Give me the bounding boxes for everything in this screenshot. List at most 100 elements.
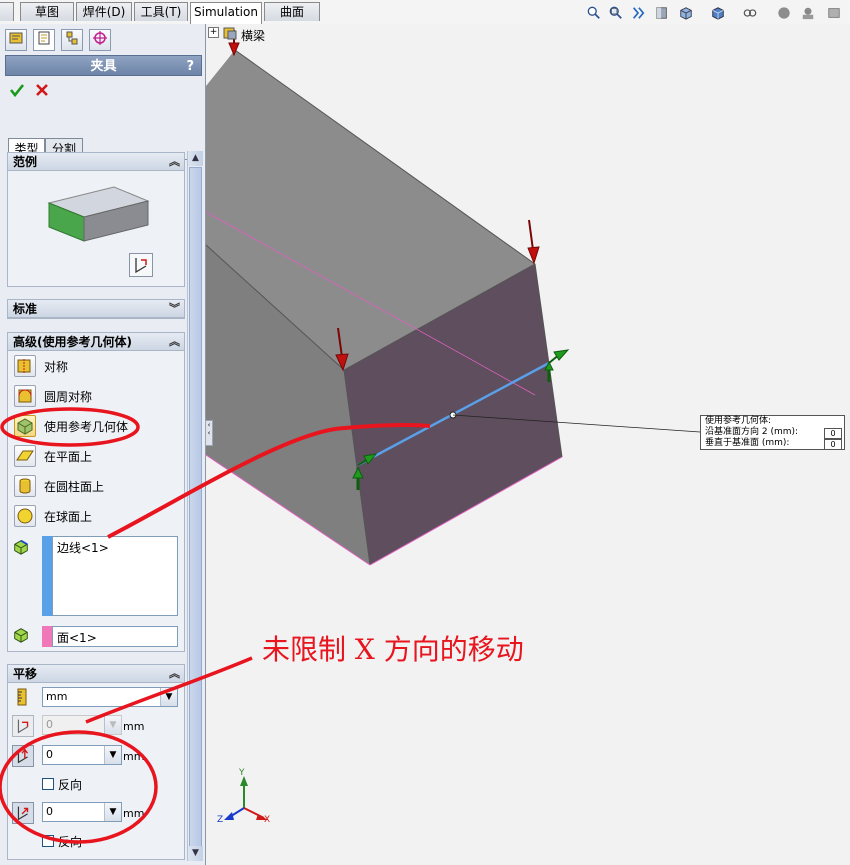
reference-face-field[interactable]: 面<1>	[52, 626, 178, 647]
help-button[interactable]: ?	[186, 56, 194, 77]
annotation-text: 未限制 X 方向的移动	[262, 633, 524, 666]
translation-group-title: 平移	[13, 667, 38, 681]
callout-row-2-value[interactable]: 0	[824, 439, 842, 450]
section-view-icon[interactable]	[654, 6, 670, 20]
callout-row-1-label: 沿基准面方向 2 (mm):	[705, 427, 799, 437]
tab-property-manager[interactable]	[33, 29, 55, 51]
option-on-cylindrical-faces[interactable]: 在圆柱面上	[14, 475, 180, 497]
unit-select-value: mm	[46, 690, 68, 703]
selected-face-item[interactable]: 面<1>	[53, 627, 177, 648]
callout-title: 使用参考几何体:	[705, 416, 772, 426]
symmetry-label: 对称	[44, 360, 69, 374]
tab-hidden-left[interactable]	[0, 2, 14, 21]
tree-root-label[interactable]: 横梁	[241, 27, 265, 44]
direction2-unit: mm	[123, 750, 145, 763]
direction-along-plane2-icon	[17, 748, 29, 764]
circular-symmetry-icon	[18, 389, 32, 403]
ruler-icon	[17, 688, 27, 706]
x-icon[interactable]	[35, 83, 49, 97]
direction1-input[interactable]: 0 ▼	[42, 715, 122, 735]
triad-y-label: Y	[239, 768, 245, 778]
panel-splitter-handle[interactable]: ‹ ‹	[205, 420, 213, 446]
on-spherical-faces-button[interactable]	[14, 505, 36, 527]
direction3-input[interactable]: 0 ▼	[42, 802, 122, 822]
configuration-manager-icon	[66, 31, 78, 45]
property-manager-icon	[38, 31, 50, 45]
triad-z-label: Z	[217, 815, 224, 825]
view-orientation-icon[interactable]	[678, 6, 694, 20]
direction2-input[interactable]: 0 ▼	[42, 745, 122, 765]
chevron-down-icon[interactable]: ▼	[104, 746, 121, 764]
collapse-icon[interactable]: ︽	[169, 333, 180, 351]
zoom-to-fit-icon[interactable]	[586, 6, 602, 20]
fixture-callout[interactable]: 使用参考几何体: 沿基准面方向 2 (mm): 0 垂直于基准面 (mm): 0	[700, 415, 845, 450]
chevron-down-icon[interactable]: ▼	[104, 803, 121, 821]
tab-tools[interactable]: 工具(T)	[134, 2, 188, 21]
zoom-to-area-icon[interactable]	[608, 6, 624, 20]
direction1-button[interactable]	[12, 715, 34, 737]
example-selection-button[interactable]	[129, 253, 153, 277]
chevron-down-icon[interactable]: ▼	[104, 716, 121, 734]
collapse-icon[interactable]: ︽	[169, 665, 180, 683]
symmetry-icon	[17, 359, 31, 373]
tab-feature-manager[interactable]	[5, 29, 27, 51]
option-on-spherical-faces[interactable]: 在球面上	[14, 505, 180, 527]
tab-simulation[interactable]: Simulation	[190, 2, 262, 24]
use-reference-geometry-button[interactable]	[14, 415, 36, 437]
crosshair-icon	[93, 31, 107, 45]
tab-dim-xpert-manager[interactable]	[89, 29, 111, 51]
hide-show-items-icon[interactable]	[742, 6, 758, 20]
view-settings-icon[interactable]	[826, 6, 842, 20]
advanced-group-header[interactable]: 高级(使用参考几何体) ︽	[8, 333, 184, 351]
standard-group-header[interactable]: 标准 ︾	[8, 300, 184, 318]
callout-row-2: 垂直于基准面 (mm): 0	[701, 438, 844, 450]
normal-to-plane-icon	[17, 806, 29, 821]
scroll-down-icon[interactable]: ▼	[188, 846, 203, 861]
symmetry-button[interactable]	[14, 355, 36, 377]
advanced-group: 高级(使用参考几何体) ︽ 对称 圆周对称 使用参考几何体 在平面上 在圆柱面上 …	[7, 332, 185, 652]
tab-sketch[interactable]: 草图	[20, 2, 74, 21]
expand-icon[interactable]: ︾	[169, 300, 180, 318]
direction3-reverse-checkbox[interactable]	[42, 835, 54, 847]
scroll-up-icon[interactable]: ▲	[188, 151, 203, 166]
previous-view-icon[interactable]	[630, 6, 646, 20]
on-spherical-faces-label: 在球面上	[44, 510, 93, 524]
faces-edges-list[interactable]: 边线<1>	[52, 536, 178, 616]
direction2-button[interactable]	[12, 745, 34, 767]
direction3-button[interactable]	[12, 802, 34, 824]
direction3-value: 0	[46, 805, 53, 818]
selected-edge-item[interactable]: 边线<1>	[53, 537, 177, 558]
chevron-down-icon[interactable]: ▼	[160, 688, 177, 706]
direction1-unit: mm	[123, 720, 145, 733]
checkmark-icon[interactable]	[9, 82, 25, 98]
option-circular-symmetry[interactable]: 圆周对称	[14, 385, 180, 407]
option-use-reference-geometry[interactable]: 使用参考几何体	[14, 415, 180, 437]
scroll-thumb[interactable]	[189, 167, 202, 847]
on-cylindrical-faces-button[interactable]	[14, 475, 36, 497]
sphere-icon	[17, 508, 33, 524]
option-symmetry[interactable]: 对称	[14, 355, 180, 377]
translation-group-header[interactable]: 平移 ︽	[8, 665, 184, 683]
tab-surfaces[interactable]: 曲面	[264, 2, 320, 21]
property-manager-panel: 夹具 ? 类型 分割 范例 ︽ 标准 ︾ 高级(使用参考几何体) ︽ 对称 圆周对称	[0, 24, 206, 865]
direction3-reverse-label: 反向	[58, 835, 83, 849]
apply-scene-icon[interactable]	[800, 6, 816, 20]
direction2-reverse-checkbox[interactable]	[42, 778, 54, 790]
panel-scrollbar[interactable]: ▲ ▼	[187, 151, 203, 861]
tab-weldments[interactable]: 焊件(D)	[76, 2, 132, 21]
unit-select[interactable]: mm ▼	[42, 687, 178, 707]
circular-symmetry-button[interactable]	[14, 385, 36, 407]
edit-appearance-icon[interactable]	[776, 6, 792, 20]
tree-expand-button[interactable]: +	[208, 27, 219, 38]
collapse-icon[interactable]: ︽	[169, 153, 180, 171]
triad-x-label: X	[264, 815, 271, 825]
direction-along-plane1-icon	[17, 719, 29, 734]
advanced-group-title: 高级(使用参考几何体)	[13, 335, 132, 349]
standard-group: 标准 ︾	[7, 299, 185, 319]
tab-configuration-manager[interactable]	[61, 29, 83, 51]
standard-group-title: 标准	[13, 302, 38, 316]
example-group-header[interactable]: 范例 ︽	[8, 153, 184, 171]
on-flat-faces-button[interactable]	[14, 445, 36, 467]
display-style-icon[interactable]	[710, 6, 726, 20]
option-on-flat-faces[interactable]: 在平面上	[14, 445, 180, 467]
